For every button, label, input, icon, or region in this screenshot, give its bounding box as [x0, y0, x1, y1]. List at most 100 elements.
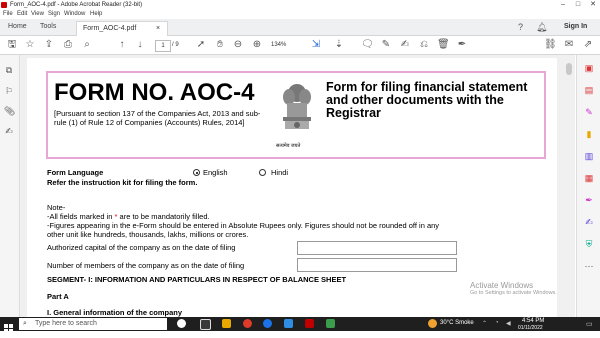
network-icon[interactable]: ◔ — [495, 320, 499, 326]
tab-document-label: Form_AOC-4.pdf — [83, 25, 137, 32]
vertical-scrollbar[interactable] — [564, 55, 575, 317]
next-page-icon[interactable]: ↓ — [134, 39, 146, 51]
hand-tool-icon[interactable]: ✋︎ — [214, 39, 226, 51]
minimize-icon[interactable]: – — [556, 0, 570, 10]
right-tools-pane: ▣ ▤ ✎ ▮ ▥ ▦ ✒︎ ✍︎ ⛨ ⋯ — [576, 55, 600, 317]
clock-date[interactable]: 01/11/2022 — [518, 325, 543, 331]
excel-icon[interactable] — [326, 319, 335, 328]
close-icon[interactable]: ✕ — [586, 0, 600, 10]
page-total: / 9 — [172, 42, 179, 48]
tab-tools[interactable]: Tools — [40, 19, 56, 35]
hindi-radio[interactable] — [259, 169, 266, 176]
weather-text[interactable]: 30°C Smoke — [440, 320, 474, 326]
acrobat-taskbar-icon[interactable] — [305, 319, 314, 328]
form-language-label: Form Language — [47, 168, 104, 177]
share-link-icon[interactable]: ⛓︎ — [544, 39, 557, 51]
sign-in-button[interactable]: Sign In — [564, 19, 587, 35]
stamp-icon[interactable]: ⎌ — [418, 39, 430, 51]
note-line-3: other unit like hundreds, thousands, lak… — [47, 230, 249, 239]
protect-icon[interactable]: ⛨ — [584, 239, 594, 249]
save-icon[interactable]: 🖫︎ — [6, 39, 18, 51]
export-pdf-icon[interactable]: ▣ — [584, 63, 594, 73]
taskbar-search-placeholder: Type here to search — [35, 320, 97, 327]
pdf-page: FORM NO. AOC-4 [Pursuant to section 137 … — [27, 58, 557, 317]
file-explorer-icon[interactable] — [222, 319, 231, 328]
tab-close-icon[interactable]: × — [156, 22, 160, 36]
menu-sign[interactable]: Sign — [48, 10, 60, 19]
chrome-icon[interactable] — [243, 319, 252, 328]
clock-time[interactable]: 4:54 PM — [522, 318, 544, 324]
note-title: Note- — [47, 203, 66, 212]
tab-bar: Home Tools Form_AOC-4.pdf × ? 🔔︎ Sign In — [0, 19, 600, 36]
notifications-icon[interactable]: ▭ — [586, 320, 593, 328]
windows-start-icon[interactable] — [4, 320, 13, 333]
part-a-heading: Part A — [47, 292, 69, 301]
fill-and-sign-icon[interactable]: ✒︎ — [584, 195, 594, 205]
attachments-icon[interactable]: 📎︎ — [4, 106, 15, 116]
form-subtitle: [Pursuant to section 137 of the Companie… — [54, 109, 261, 127]
scroll-mode-icon[interactable]: ⇣ — [333, 39, 345, 51]
prev-page-icon[interactable]: ↑ — [116, 39, 128, 51]
menu-edit[interactable]: Edit — [17, 10, 27, 19]
menu-window[interactable]: Window — [64, 10, 85, 19]
word-icon[interactable] — [284, 319, 293, 328]
bookmark-icon[interactable]: ☆ — [24, 39, 36, 51]
signatures-icon[interactable]: ✍︎ — [4, 126, 14, 136]
menu-view[interactable]: View — [31, 10, 44, 19]
members-count-input[interactable] — [297, 258, 457, 272]
print-icon[interactable]: ⎙ — [62, 39, 74, 51]
scrollbar-thumb[interactable] — [566, 63, 572, 75]
hindi-radio-label: Hindi — [271, 168, 289, 177]
taskbar-search[interactable]: ⌕ Type here to search — [19, 318, 167, 330]
tray-chevron-icon[interactable]: ⌃ — [482, 320, 487, 327]
menu-file[interactable]: File — [3, 10, 13, 19]
form-description-heading: Form for filing financial statement and … — [326, 80, 528, 120]
highlight-icon[interactable]: ✍︎ — [399, 39, 411, 51]
share-icon[interactable]: ⇗ — [582, 39, 594, 51]
task-view-icon[interactable] — [200, 319, 211, 330]
zoom-in-icon[interactable]: ⊕ — [251, 39, 263, 51]
bookmarks-panel-icon[interactable]: ⚐ — [4, 86, 14, 96]
page-thumbnails-icon[interactable]: ⧉ — [4, 65, 14, 75]
weather-icon[interactable] — [428, 319, 437, 328]
fill-sign-icon[interactable]: ✒︎ — [456, 39, 468, 51]
select-cursor-icon[interactable]: ➚ — [195, 39, 207, 51]
authorized-capital-input[interactable] — [297, 241, 457, 255]
organize-pages-icon[interactable]: ▦ — [584, 173, 594, 183]
edge-icon[interactable] — [263, 319, 272, 328]
menu-help[interactable]: Help — [90, 10, 102, 19]
bell-icon[interactable]: 🔔︎ — [536, 22, 547, 33]
email-icon[interactable]: ✉︎ — [563, 39, 575, 51]
send-for-signature-icon[interactable]: ✍︎ — [584, 217, 594, 227]
comment-icon[interactable]: 🗨︎ — [361, 39, 374, 51]
pen-icon[interactable]: ✎ — [380, 39, 392, 51]
comment-tool-icon[interactable]: ▮ — [584, 129, 594, 139]
cortana-icon[interactable] — [177, 319, 186, 328]
instruction-text: Refer the instruction kit for filing the… — [47, 178, 198, 187]
zoom-out-icon[interactable]: ⊖ — [232, 39, 244, 51]
more-tools-icon[interactable]: ⋯ — [584, 261, 594, 271]
english-radio[interactable] — [193, 169, 200, 176]
upload-icon[interactable]: ⇪ — [43, 39, 55, 51]
create-pdf-icon[interactable]: ▤ — [584, 85, 594, 95]
maximize-icon[interactable]: □ — [571, 0, 585, 10]
delete-icon[interactable]: 🗑︎ — [437, 39, 450, 51]
general-info-heading: I. General information of the company — [47, 308, 183, 317]
left-navigation-pane: ⧉ ⚐ 📎︎ ✍︎ — [0, 55, 20, 317]
segment-heading: SEGMENT- I: INFORMATION AND PARTICULARS … — [47, 275, 347, 284]
page-number-input[interactable]: 1 — [155, 40, 171, 52]
help-icon[interactable]: ? — [518, 22, 523, 32]
note-line-2: -Figures appearing in the e-Form should … — [47, 221, 440, 230]
combine-files-icon[interactable]: ▥ — [584, 151, 594, 161]
tab-document[interactable]: Form_AOC-4.pdf × — [76, 21, 168, 36]
search-glass-icon: ⌕ — [23, 320, 27, 327]
edit-pdf-icon[interactable]: ✎ — [584, 107, 594, 117]
form-header-box: FORM NO. AOC-4 [Pursuant to section 137 … — [46, 71, 546, 159]
window-title: Form_AOC-4.pdf - Adobe Acrobat Reader (3… — [10, 2, 143, 8]
volume-icon[interactable]: ◀︎ — [506, 320, 511, 327]
search-icon[interactable]: ⌕ — [81, 39, 93, 51]
fit-page-icon[interactable]: ⇲ — [310, 39, 322, 51]
tab-home[interactable]: Home — [8, 19, 27, 35]
activate-windows-watermark: Activate Windows Go to Settings to activ… — [470, 281, 557, 296]
zoom-select[interactable]: 134% — [271, 40, 299, 50]
